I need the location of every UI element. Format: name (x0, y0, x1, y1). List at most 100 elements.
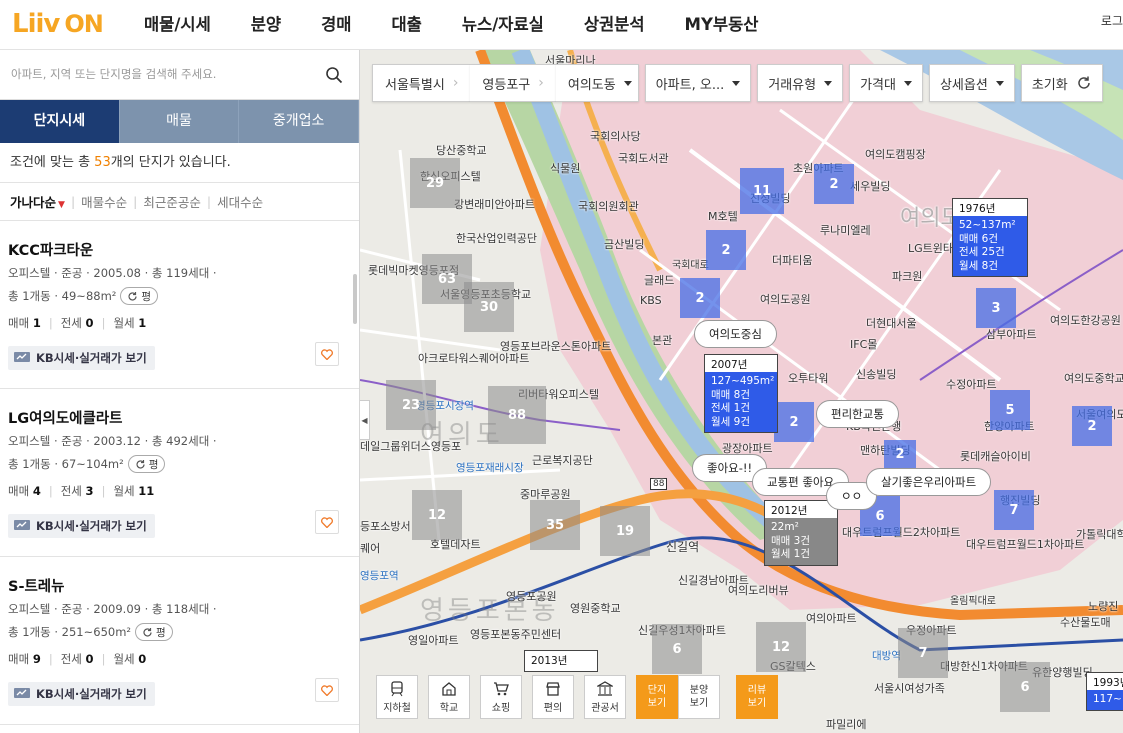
liiv-on-logo[interactable]: Liiv ON (12, 6, 104, 42)
cluster-marker[interactable]: 7 (994, 490, 1034, 530)
map-label: IFC몰 (850, 338, 878, 351)
price-range-dropdown[interactable]: 가격대 (849, 64, 923, 102)
cluster-marker[interactable]: 2 (706, 230, 746, 270)
deal-type-dropdown[interactable]: 거래유형 (757, 64, 844, 102)
property-type-label: 아파트, 오... (655, 77, 725, 93)
panel-collapse-button[interactable]: ◀ (360, 400, 370, 440)
complex-info-popup[interactable]: 1976년 52~137m² 매매 6건 전세 25건 월세 8건 (952, 198, 1028, 277)
tab-brokers[interactable]: 중개업소 (239, 100, 359, 143)
map-label: 여의도한강공원 (1050, 314, 1121, 327)
popup-line: 127~495m² (711, 375, 775, 387)
tab-complex-price[interactable]: 단지시세 (0, 100, 120, 143)
login-link[interactable]: 로그 (1101, 12, 1123, 29)
school-layer-button[interactable]: 학교 (428, 675, 470, 719)
view-reviews-button[interactable]: 리뷰보기 (736, 675, 778, 719)
map-label: 파밀리에 (826, 718, 867, 731)
reset-icon (1078, 76, 1090, 89)
result-summary: 조건에 맞는 총 53개의 단지가 있습니다. (0, 143, 359, 183)
cluster-marker[interactable]: 6 (652, 624, 702, 674)
pyeong-label: 평 (148, 458, 159, 471)
sort-alphabetical[interactable]: 가나다순 ▼ (10, 192, 65, 211)
nav-presale[interactable]: 분양 (237, 0, 295, 50)
cluster-marker[interactable]: 2 (680, 278, 720, 318)
divider: | (101, 484, 106, 498)
search-input[interactable] (0, 50, 300, 98)
nav-auction[interactable]: 경매 (307, 0, 365, 50)
cluster-marker[interactable]: 2 (1072, 406, 1112, 446)
region-city-select[interactable]: 서울특별시 › (372, 64, 471, 102)
view-complex-button[interactable]: 단지보기 (636, 675, 678, 719)
favorite-heart-button[interactable] (315, 510, 339, 534)
cluster-marker[interactable]: 11 (740, 168, 784, 214)
convenience-layer-button[interactable]: 편의 (532, 675, 574, 719)
favorite-heart-button[interactable] (315, 342, 339, 366)
review-bubble[interactable]: 살기좋은우리아파트 (866, 468, 992, 496)
favorite-heart-button[interactable] (315, 678, 339, 702)
cluster-marker[interactable]: 2 (884, 440, 916, 468)
cluster-marker[interactable]: 2 (774, 402, 814, 442)
complex-item[interactable]: S-트레뉴 오피스텔 · 준공 · 2009.09 · 총 118세대 · 총 … (0, 557, 359, 725)
pyeong-toggle-button[interactable]: 평 (127, 455, 166, 473)
cluster-marker[interactable]: 23 (386, 380, 436, 430)
shopping-layer-button[interactable]: 쇼핑 (480, 675, 522, 719)
search-icon[interactable] (325, 66, 343, 84)
pyeong-toggle-button[interactable]: 평 (120, 287, 159, 305)
sort-household-count[interactable]: 세대수순 (217, 192, 263, 211)
region-dong-select[interactable]: 여의도동 (555, 64, 639, 102)
sort-listing-count[interactable]: 매물수순 (81, 192, 127, 211)
detail-options-dropdown[interactable]: 상세옵션 (928, 64, 1015, 102)
complex-info-popup[interactable]: 2007년 127~495m² 매매 8건 전세 1건 월세 9건 (704, 354, 778, 433)
sale-label: 매매 (8, 316, 30, 330)
cluster-marker[interactable]: 12 (756, 622, 806, 672)
cluster-marker[interactable]: 19 (600, 506, 650, 556)
pyeong-toggle-button[interactable]: 평 (135, 623, 173, 641)
complex-item[interactable]: LG여의도에클라트 오피스텔 · 준공 · 2003.12 · 총 492세대 … (0, 389, 359, 557)
cluster-marker[interactable]: 7 (898, 628, 948, 678)
complex-info-popup[interactable]: 2012년 22m² 매매 3건 월세 1건 (764, 500, 838, 566)
cluster-marker[interactable]: 3 (976, 288, 1016, 328)
popup-body: 22m² 매매 3건 월세 1건 (765, 518, 837, 565)
review-bubble[interactable]: 여의도중심 (694, 320, 777, 348)
left-panel: 단지시세 매물 중개업소 조건에 맞는 총 53개의 단지가 있습니다. 가나다… (0, 50, 360, 733)
nav-loan[interactable]: 대출 (378, 0, 436, 50)
city-label: 서울특별시 (385, 77, 445, 93)
kb-price-button[interactable]: KB시세·실거래가 보기 (8, 682, 155, 706)
cluster-marker[interactable]: 5 (990, 390, 1030, 430)
complex-info-popup[interactable]: 1993년 117~13 (1086, 672, 1123, 711)
public-office-label: 관공서 (591, 702, 619, 714)
kb-price-button[interactable]: KB시세·실거래가 보기 (8, 514, 155, 538)
property-type-dropdown[interactable]: 아파트, 오... (644, 64, 752, 102)
popup-year: 1993년 (1093, 677, 1123, 689)
region-district-select[interactable]: 영등포구 › (470, 64, 556, 102)
public-office-layer-button[interactable]: 관공서 (584, 675, 626, 719)
list-scrollbar[interactable] (353, 274, 357, 324)
refresh-icon (136, 459, 145, 469)
map-label: 가톨릭대학교 (1076, 528, 1123, 541)
map-label: 금산빌딩 (604, 238, 645, 251)
cluster-marker[interactable]: 35 (530, 500, 580, 550)
nav-news[interactable]: 뉴스/자료실 (448, 0, 558, 50)
sort-recent-built[interactable]: 최근준공순 (143, 192, 201, 211)
complex-info-popup[interactable]: 2013년 (524, 650, 598, 672)
cluster-marker[interactable]: 29 (410, 158, 460, 208)
complex-item[interactable]: KCC파크타운 오피스텔 · 준공 · 2005.08 · 총 119세대 · … (0, 221, 359, 389)
cluster-marker[interactable]: 12 (412, 490, 462, 540)
cluster-marker[interactable]: 30 (464, 282, 514, 332)
cluster-marker[interactable]: 2 (814, 164, 854, 204)
subway-layer-button[interactable]: 지하철 (376, 675, 418, 719)
complex-name[interactable]: S-트레뉴 (8, 575, 359, 595)
reset-button[interactable]: 초기화 (1020, 64, 1103, 102)
nav-my-realestate[interactable]: MY부동산 (671, 0, 773, 50)
cluster-marker[interactable]: 88 (488, 386, 546, 444)
complex-name[interactable]: KCC파크타운 (8, 239, 359, 259)
complex-name[interactable]: LG여의도에클라트 (8, 407, 359, 427)
kb-price-button[interactable]: KB시세·실거래가 보기 (8, 346, 155, 370)
view-presale-button[interactable]: 분양보기 (678, 675, 720, 719)
map-view[interactable]: 당산중학교 한신오피스텔 서울마리나 국회의사당 국회도서관 식물원 국회의원회… (360, 50, 1123, 733)
review-bubble[interactable]: 편리한교통 (816, 400, 899, 428)
tab-listings[interactable]: 매물 (119, 100, 240, 143)
nav-commercial-analysis[interactable]: 상권분석 (570, 0, 659, 50)
nav-listings-prices[interactable]: 매물/시세 (130, 0, 225, 50)
cluster-marker[interactable]: 6 (1000, 662, 1050, 712)
map-label: 국회도서관 (618, 152, 669, 165)
